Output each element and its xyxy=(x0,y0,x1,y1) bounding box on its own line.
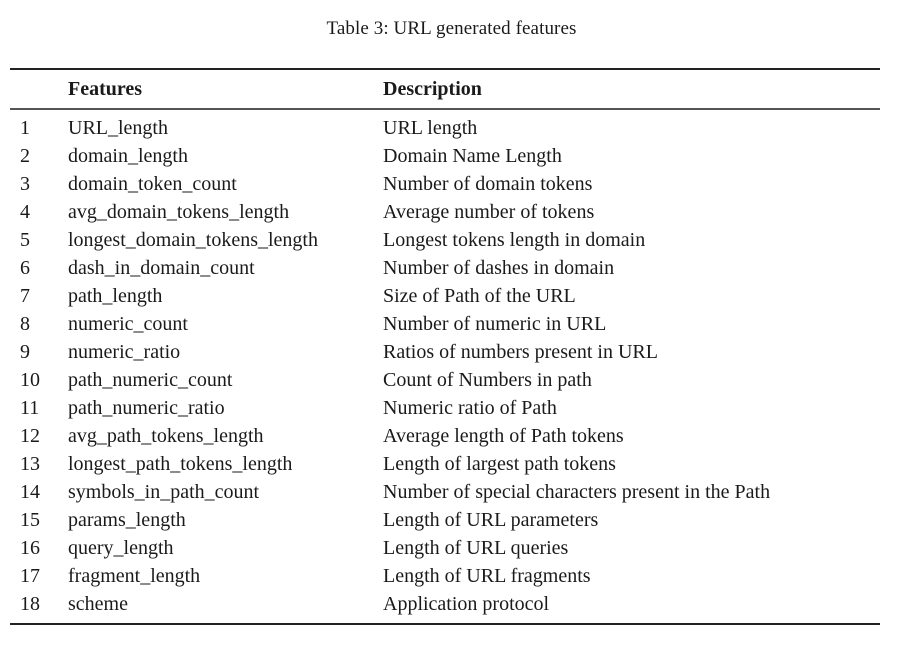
header-features: Features xyxy=(68,78,143,100)
row-index: 16 xyxy=(20,537,40,559)
top-rule xyxy=(10,68,880,70)
row-description: Size of Path of the URL xyxy=(383,285,576,307)
row-feature: URL_length xyxy=(68,117,168,139)
table-row: 11 path_numeric_ratio Numeric ratio of P… xyxy=(0,394,903,422)
row-index: 12 xyxy=(20,425,40,447)
row-index: 9 xyxy=(20,341,30,363)
table-row: 10 path_numeric_count Count of Numbers i… xyxy=(0,366,903,394)
row-index: 11 xyxy=(20,397,40,419)
row-index: 1 xyxy=(20,117,30,139)
table-row: 17 fragment_length Length of URL fragmen… xyxy=(0,562,903,590)
row-description: Application protocol xyxy=(383,593,550,615)
row-feature: symbols_in_path_count xyxy=(68,481,260,503)
row-feature: longest_path_tokens_length xyxy=(68,453,293,475)
table-row: 14 symbols_in_path_count Number of speci… xyxy=(0,478,903,506)
row-description: Length of URL parameters xyxy=(383,509,599,531)
row-feature: domain_length xyxy=(68,145,188,167)
row-index: 15 xyxy=(20,509,40,531)
table-row: 16 query_length Length of URL queries xyxy=(0,534,903,562)
row-description: Number of domain tokens xyxy=(383,173,593,195)
row-description: Number of numeric in URL xyxy=(383,313,607,335)
row-index: 2 xyxy=(20,145,30,167)
row-index: 13 xyxy=(20,453,40,475)
table-row: 15 params_length Length of URL parameter… xyxy=(0,506,903,534)
table-row: 4 avg_domain_tokens_length Average numbe… xyxy=(0,198,903,226)
table-caption: Table 3: URL generated features xyxy=(326,18,577,39)
row-description: Length of URL queries xyxy=(383,537,569,559)
row-index: 7 xyxy=(20,285,30,307)
row-feature: fragment_length xyxy=(68,565,201,587)
header-rule xyxy=(10,108,880,110)
row-index: 10 xyxy=(20,369,40,391)
row-description: Count of Numbers in path xyxy=(383,369,592,391)
header-description: Description xyxy=(383,78,482,100)
table-row: 6 dash_in_domain_count Number of dashes … xyxy=(0,254,903,282)
table-row: 5 longest_domain_tokens_length Longest t… xyxy=(0,226,903,254)
row-description: Length of URL fragments xyxy=(383,565,591,587)
row-index: 18 xyxy=(20,593,40,615)
row-feature: scheme xyxy=(68,593,128,615)
table-row: 9 numeric_ratio Ratios of numbers presen… xyxy=(0,338,903,366)
row-index: 5 xyxy=(20,229,30,251)
row-feature: path_numeric_ratio xyxy=(68,397,225,419)
table-row: 2 domain_length Domain Name Length xyxy=(0,142,903,170)
table-row: 18 scheme Application protocol xyxy=(0,590,903,618)
row-index: 4 xyxy=(20,201,30,223)
row-feature: longest_domain_tokens_length xyxy=(68,229,318,251)
table-row: 13 longest_path_tokens_length Length of … xyxy=(0,450,903,478)
row-description: Ratios of numbers present in URL xyxy=(383,341,658,363)
table-row: 7 path_length Size of Path of the URL xyxy=(0,282,903,310)
table-header-row: Features Description xyxy=(0,75,903,103)
row-description: Number of dashes in domain xyxy=(383,257,615,279)
row-description: Longest tokens length in domain xyxy=(383,229,646,251)
row-index: 8 xyxy=(20,313,30,335)
table-row: 1 URL_length URL length xyxy=(0,114,903,142)
table-row: 8 numeric_count Number of numeric in URL xyxy=(0,310,903,338)
row-feature: numeric_count xyxy=(68,313,188,335)
table-body: 1 URL_length URL length 2 domain_length … xyxy=(0,114,903,618)
row-feature: query_length xyxy=(68,537,174,559)
table-row: 12 avg_path_tokens_length Average length… xyxy=(0,422,903,450)
row-feature: avg_domain_tokens_length xyxy=(68,201,290,223)
row-description: Average number of tokens xyxy=(383,201,595,223)
row-description: Numeric ratio of Path xyxy=(383,397,557,419)
row-description: Domain Name Length xyxy=(383,145,562,167)
table-row: 3 domain_token_count Number of domain to… xyxy=(0,170,903,198)
row-description: Average length of Path tokens xyxy=(383,425,624,447)
row-index: 14 xyxy=(20,481,40,503)
row-feature: params_length xyxy=(68,509,186,531)
row-feature: path_numeric_count xyxy=(68,369,233,391)
row-index: 3 xyxy=(20,173,30,195)
row-description: Length of largest path tokens xyxy=(383,453,616,475)
row-feature: dash_in_domain_count xyxy=(68,257,255,279)
row-feature: path_length xyxy=(68,285,163,307)
row-index: 6 xyxy=(20,257,30,279)
row-feature: avg_path_tokens_length xyxy=(68,425,264,447)
row-index: 17 xyxy=(20,565,40,587)
row-feature: domain_token_count xyxy=(68,173,237,195)
row-description: URL length xyxy=(383,117,478,139)
row-description: Number of special characters present in … xyxy=(383,481,771,503)
bottom-rule xyxy=(10,623,880,625)
row-feature: numeric_ratio xyxy=(68,341,181,363)
